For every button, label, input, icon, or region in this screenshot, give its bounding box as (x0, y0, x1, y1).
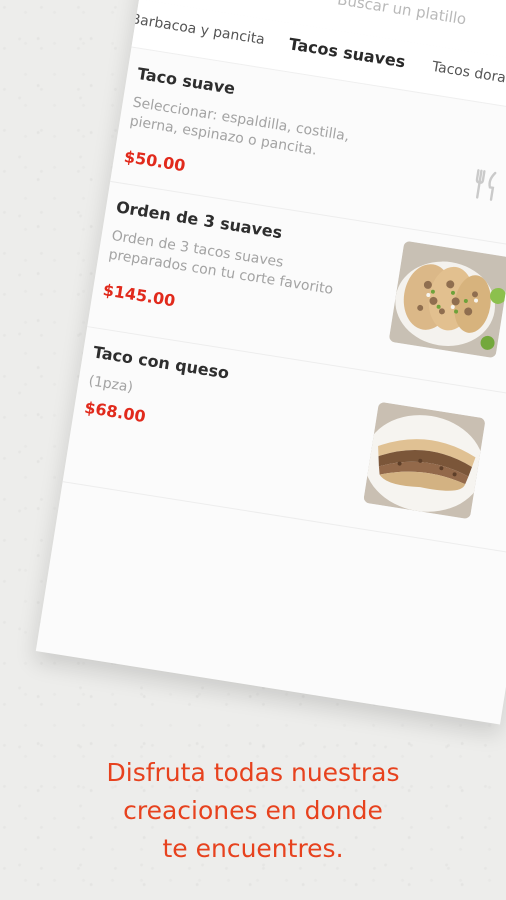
menu-item-price: $68.00 (83, 397, 148, 427)
tab-barbacoa[interactable]: Barbacoa y pancita (130, 11, 266, 48)
tagline-line-1: Disfruta todas nuestras (106, 758, 400, 787)
taco-queso-photo (363, 401, 486, 520)
tacos-plate-photo (388, 240, 506, 359)
tagline-line-2: creaciones en donde (123, 796, 383, 825)
search-input[interactable]: Buscar un platillo (336, 0, 467, 28)
tab-tacos-dorados[interactable]: Tacos dorados (431, 59, 506, 90)
utensils-icon (475, 169, 497, 201)
menu-item-price: $145.00 (101, 280, 177, 311)
menu-item-name: Taco suave (135, 63, 237, 99)
tagline: Disfruta todas nuestras creaciones en do… (0, 754, 506, 868)
tagline-line-3: te encuentres. (162, 834, 344, 863)
menu-item-price: $50.00 (122, 146, 187, 176)
tab-tacos-suaves[interactable]: Tacos suaves (287, 34, 406, 71)
